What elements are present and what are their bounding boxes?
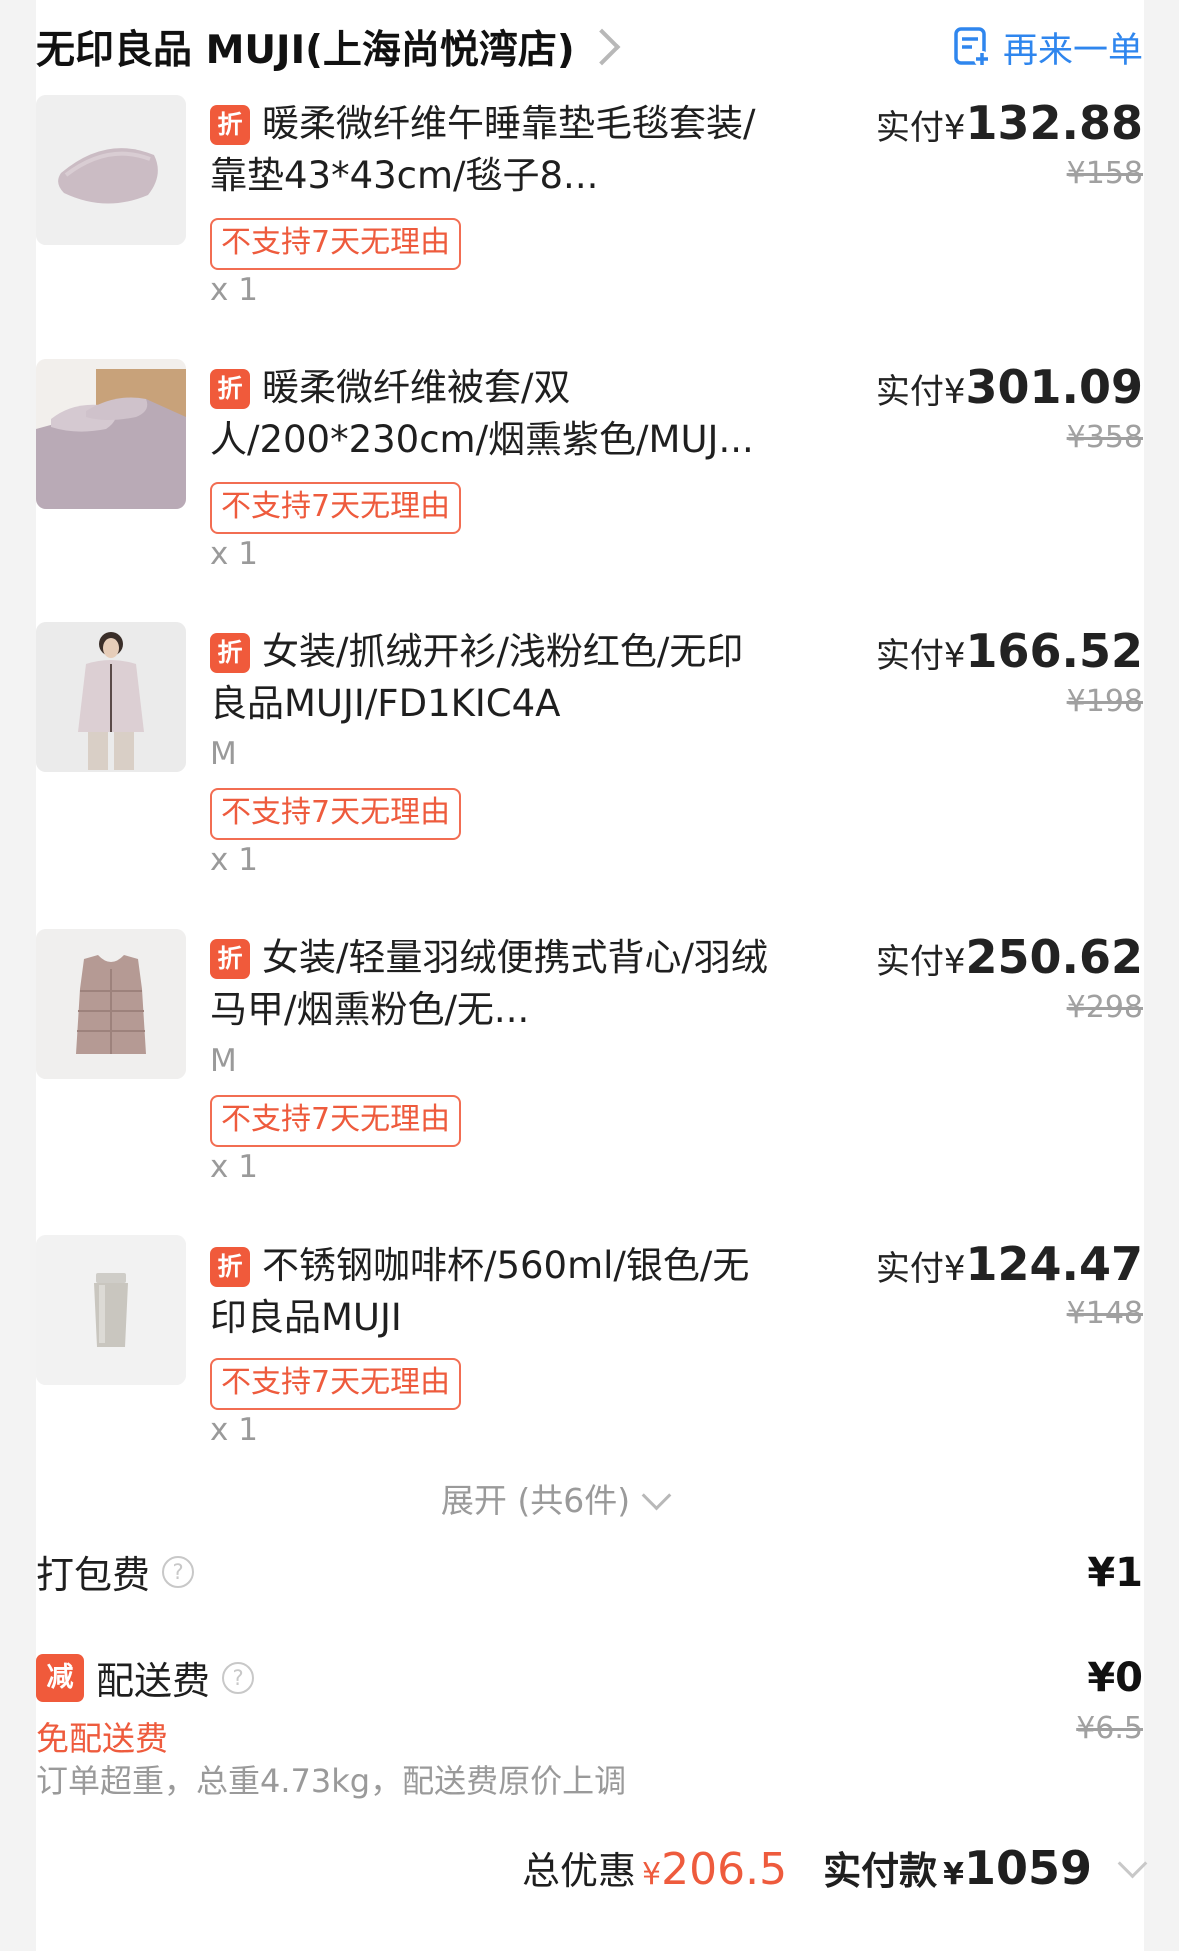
delivery-fee-original: ¥6.5: [1076, 1711, 1143, 1746]
free-delivery-label: 免配送费: [36, 1719, 168, 1758]
no-return-badge: 不支持7天无理由: [210, 1095, 462, 1147]
delivery-note: 订单超重，总重4.73kg，配送费原价上调: [36, 1762, 627, 1800]
total-paid-value: 1059: [963, 1841, 1092, 1895]
original-price: ¥298: [1066, 990, 1143, 1025]
product-title[interactable]: 折不锈钢咖啡杯/560ml/银色/无印良品MUJI: [210, 1240, 780, 1344]
packing-fee-amount: ¥1: [1087, 1550, 1143, 1596]
no-return-badge: 不支持7天无理由: [210, 1358, 462, 1410]
product-image-coffee-cup[interactable]: [36, 1235, 186, 1385]
paid-price: 实付¥132.88: [875, 96, 1143, 150]
expand-label: 展开 (共6件): [440, 1481, 631, 1520]
product-image-down-vest[interactable]: [36, 929, 186, 1079]
product-title[interactable]: 折暖柔微纤维午睡靠垫毛毯套装/靠垫43*43cm/毯子8...: [210, 98, 780, 202]
no-return-badge: 不支持7天无理由: [210, 788, 462, 840]
store-link[interactable]: 无印良品 MUJI(上海尚悦湾店): [36, 19, 621, 75]
delivery-fee-label: 配送费: [96, 1659, 211, 1703]
original-price: ¥358: [1066, 420, 1143, 455]
help-icon[interactable]: ?: [222, 1661, 255, 1694]
discount-tag: 折: [210, 633, 250, 673]
discount-tag: 折: [210, 369, 250, 409]
no-return-badge: 不支持7天无理由: [210, 218, 462, 270]
discount-tag: 折: [210, 105, 250, 145]
quantity: x 1: [210, 842, 258, 878]
paid-price: 实付¥124.47: [875, 1237, 1143, 1291]
reduce-tag: 减: [36, 1653, 84, 1702]
total-discount-label: 总优惠: [522, 1849, 637, 1893]
product-title[interactable]: 折暖柔微纤维被套/双人/200*230cm/烟熏紫色/MUJ...: [210, 362, 780, 466]
product-title[interactable]: 折女装/抓绒开衫/浅粉红色/无印良品MUJI/FD1KIC4A: [210, 626, 780, 730]
reorder-icon: [954, 27, 990, 67]
total-discount-value: 206.5: [661, 1844, 788, 1895]
product-spec: M: [210, 736, 237, 772]
delivery-fee-amount: ¥0: [1087, 1655, 1143, 1701]
total-paid-currency: ¥: [943, 1857, 964, 1892]
paid-price: 实付¥250.62: [875, 930, 1143, 984]
total-paid-label: 实付款: [823, 1849, 938, 1893]
product-title[interactable]: 折女装/轻量羽绒便携式背心/羽绒马甲/烟熏粉色/无...: [210, 932, 780, 1036]
reorder-button[interactable]: 再来一单: [953, 22, 1143, 73]
totals-bar[interactable]: 总优惠 ¥ 206.5 实付款 ¥ 1059: [522, 1840, 1148, 1895]
original-price: ¥198: [1066, 684, 1143, 719]
quantity: x 1: [210, 272, 258, 308]
no-return-badge: 不支持7天无理由: [210, 482, 462, 534]
chevron-down-icon: [641, 1480, 672, 1511]
reorder-label: 再来一单: [1002, 30, 1143, 71]
paid-price: 实付¥166.52: [875, 624, 1143, 678]
quantity: x 1: [210, 1412, 258, 1448]
delivery-fee-row: 减 配送费 ?: [36, 1650, 255, 1705]
packing-fee-row: 打包费 ?: [36, 1544, 195, 1599]
total-discount-currency: ¥: [642, 1857, 662, 1892]
product-image-duvet-cover[interactable]: [36, 359, 186, 509]
paid-price: 实付¥301.09: [875, 360, 1143, 414]
packing-fee-label: 打包费: [36, 1553, 151, 1597]
chevron-down-icon[interactable]: [1117, 1848, 1148, 1879]
product-spec: M: [210, 1043, 237, 1079]
store-name: 无印良品 MUJI(上海尚悦湾店): [36, 28, 575, 73]
discount-tag: 折: [210, 939, 250, 979]
expand-items-button[interactable]: 展开 (共6件): [0, 1474, 1108, 1522]
product-image-fleece-cardigan[interactable]: [36, 622, 186, 772]
help-icon[interactable]: ?: [162, 1555, 195, 1588]
chevron-right-icon: [583, 28, 621, 66]
store-header: 无印良品 MUJI(上海尚悦湾店) 再来一单: [36, 18, 1143, 76]
original-price: ¥158: [1066, 156, 1143, 191]
discount-tag: 折: [210, 1247, 250, 1287]
quantity: x 1: [210, 1149, 258, 1185]
quantity: x 1: [210, 536, 258, 572]
product-image-pillow-blanket[interactable]: [36, 95, 186, 245]
original-price: ¥148: [1066, 1296, 1143, 1331]
